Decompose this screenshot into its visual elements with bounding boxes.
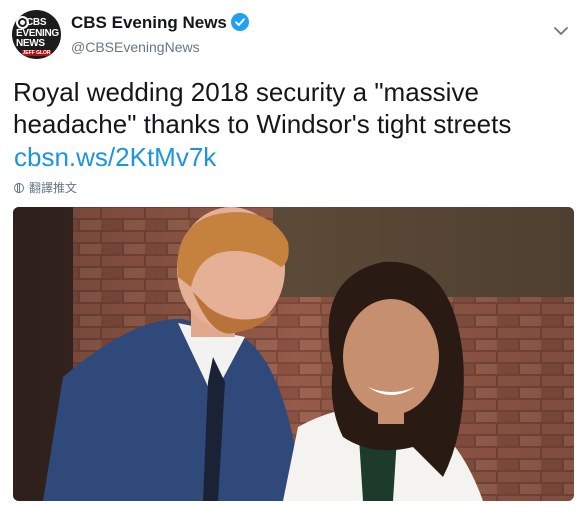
- chevron-down-icon[interactable]: [553, 25, 569, 37]
- account-avatar[interactable]: CBS EVENING NEWS JEFF GLOR: [12, 10, 61, 59]
- translate-label: 翻譯推文: [29, 181, 78, 195]
- verified-badge-icon: [231, 13, 249, 31]
- account-display-name[interactable]: CBS Evening News: [71, 13, 227, 33]
- avatar-logo-line1: CBS: [26, 17, 47, 28]
- translate-tweet-button[interactable]: 翻譯推文: [14, 179, 77, 196]
- tweet-text: Royal wedding 2018 security a "massive h…: [13, 77, 512, 139]
- tweet-link[interactable]: cbsn.ws/2KtMv7k: [14, 142, 216, 173]
- avatar-anchor-strip: JEFF GLOR: [22, 50, 51, 56]
- tweet-photo[interactable]: [13, 207, 574, 501]
- globe-icon: [14, 183, 24, 193]
- account-handle[interactable]: @CBSEveningNews: [71, 39, 200, 55]
- avatar-logo-line3: NEWS: [16, 38, 45, 49]
